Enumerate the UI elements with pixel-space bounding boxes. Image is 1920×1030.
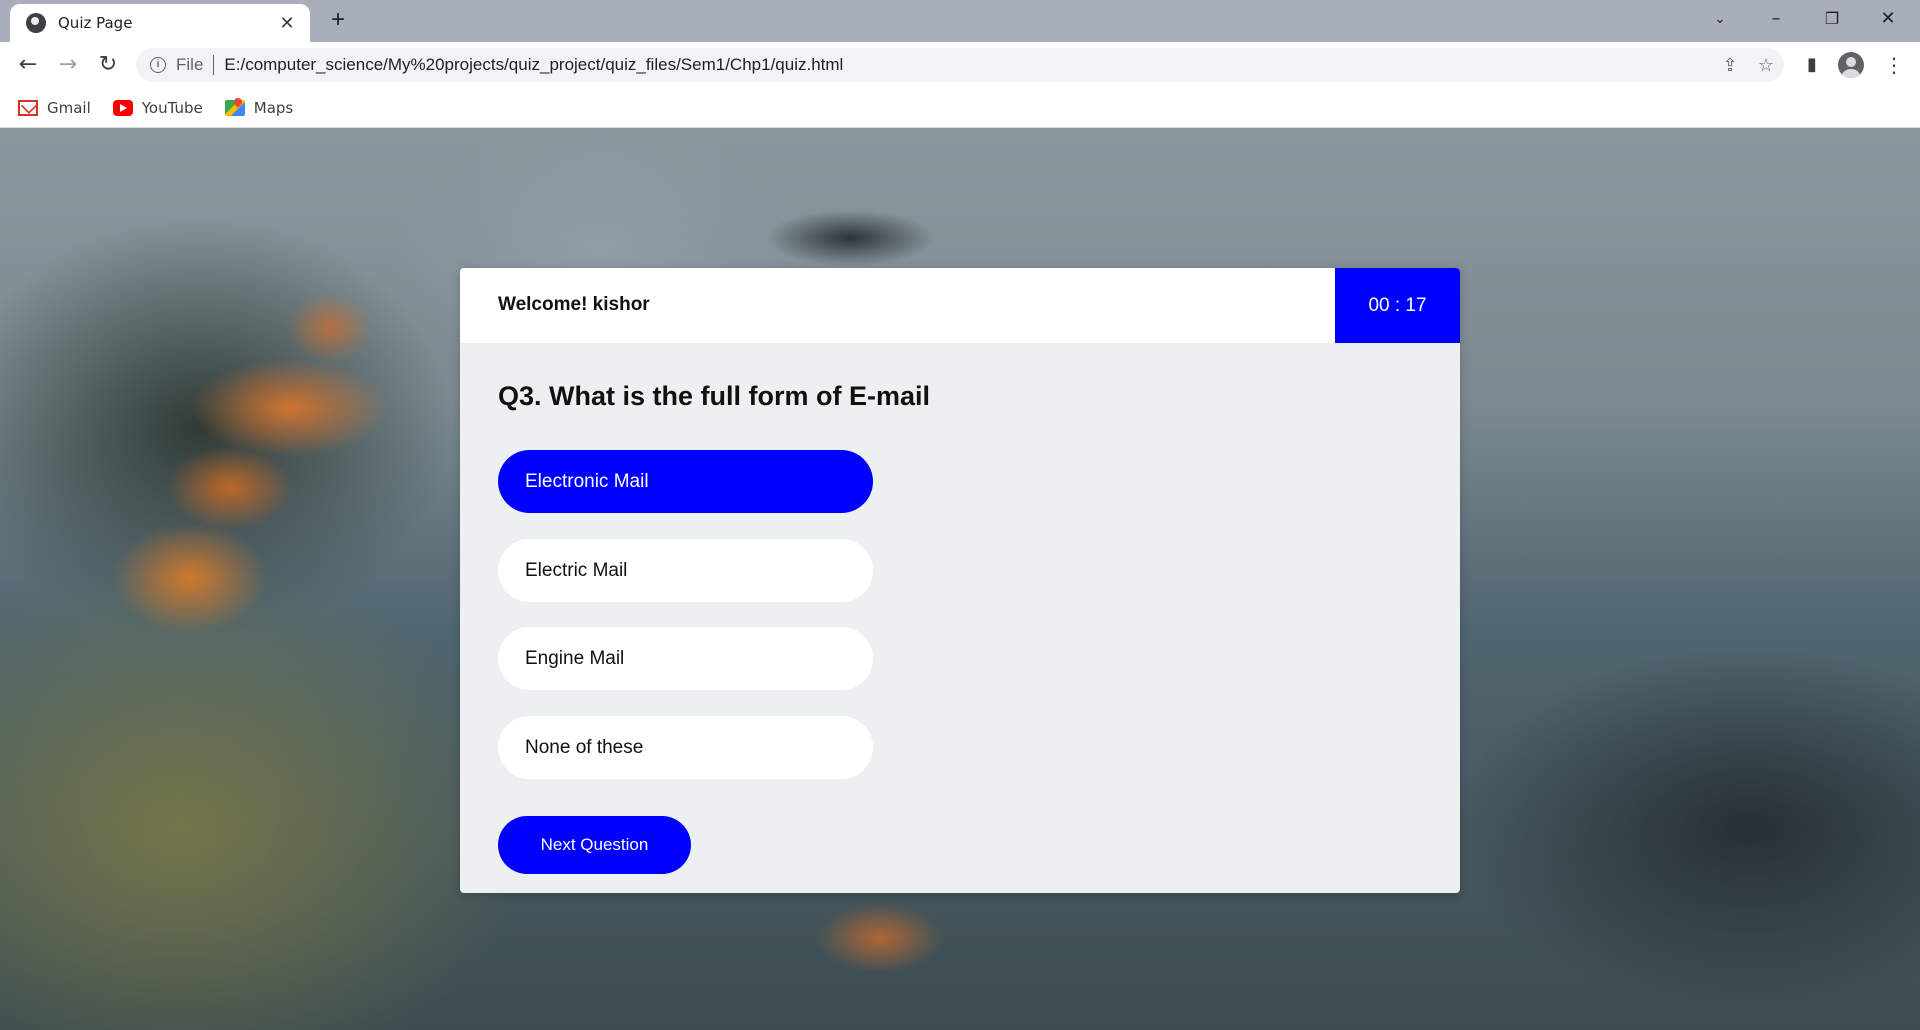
- bookmark-label: Gmail: [47, 98, 91, 117]
- info-icon[interactable]: i: [150, 57, 166, 73]
- address-bar[interactable]: i File E:/computer_science/My%20projects…: [136, 48, 1784, 82]
- reload-icon[interactable]: ↻: [92, 49, 124, 81]
- quiz-header: Welcome! kishor 00 : 17: [460, 268, 1460, 343]
- share-icon[interactable]: ⇪: [1712, 55, 1748, 76]
- option-none-of-these[interactable]: None of these: [498, 716, 873, 779]
- arrow-left-icon[interactable]: ←: [12, 49, 44, 81]
- plus-icon[interactable]: +: [324, 6, 352, 34]
- bookmark-gmail[interactable]: Gmail: [18, 99, 91, 117]
- tab-quiz-page[interactable]: Quiz Page ✕: [10, 4, 310, 42]
- gmail-icon: [18, 99, 38, 116]
- welcome-text: Welcome! kishor: [498, 294, 650, 315]
- next-question-button[interactable]: Next Question: [498, 816, 691, 874]
- maps-icon: [224, 99, 245, 116]
- youtube-icon: [112, 99, 133, 116]
- bookmark-label: YouTube: [141, 98, 203, 117]
- address-divider: [213, 55, 215, 75]
- minimize-icon[interactable]: –: [1756, 4, 1796, 34]
- option-electric-mail[interactable]: Electric Mail: [498, 539, 873, 602]
- close-window-icon[interactable]: ✕: [1868, 4, 1908, 34]
- bookmark-label: Maps: [253, 98, 294, 117]
- browser-toolbar: ← → ↻ i File E:/computer_science/My%20pr…: [0, 42, 1920, 88]
- arrow-right-icon[interactable]: →: [52, 49, 84, 81]
- side-panel-icon[interactable]: ▮: [1796, 49, 1828, 81]
- page-background: Welcome! kishor 00 : 17 Q3. What is the …: [0, 128, 1920, 1030]
- restore-icon[interactable]: ❐: [1812, 4, 1852, 34]
- globe-icon: [26, 13, 46, 33]
- question-text: Q3. What is the full form of E-mail: [498, 381, 931, 411]
- bookmarks-bar: Gmail YouTube Maps: [0, 88, 1920, 128]
- chevron-down-icon[interactable]: ⌄: [1700, 4, 1740, 34]
- kebab-menu-icon[interactable]: ⋮: [1878, 49, 1910, 81]
- star-icon[interactable]: ☆: [1748, 55, 1784, 76]
- option-electronic-mail[interactable]: Electronic Mail: [498, 450, 873, 513]
- tab-strip: Quiz Page ✕ + ⌄ – ❐ ✕: [0, 0, 1920, 42]
- address-url[interactable]: E:/computer_science/My%20projects/quiz_p…: [224, 55, 1712, 75]
- address-scheme: File: [176, 55, 204, 74]
- avatar-icon[interactable]: [1838, 52, 1864, 78]
- close-icon[interactable]: ✕: [276, 13, 298, 34]
- tab-title: Quiz Page: [58, 14, 133, 32]
- option-engine-mail[interactable]: Engine Mail: [498, 627, 873, 690]
- quiz-card: Welcome! kishor 00 : 17 Q3. What is the …: [460, 268, 1460, 893]
- timer: 00 : 17: [1335, 268, 1460, 343]
- bookmark-youtube[interactable]: YouTube: [112, 98, 203, 117]
- bookmark-maps[interactable]: Maps: [224, 98, 294, 117]
